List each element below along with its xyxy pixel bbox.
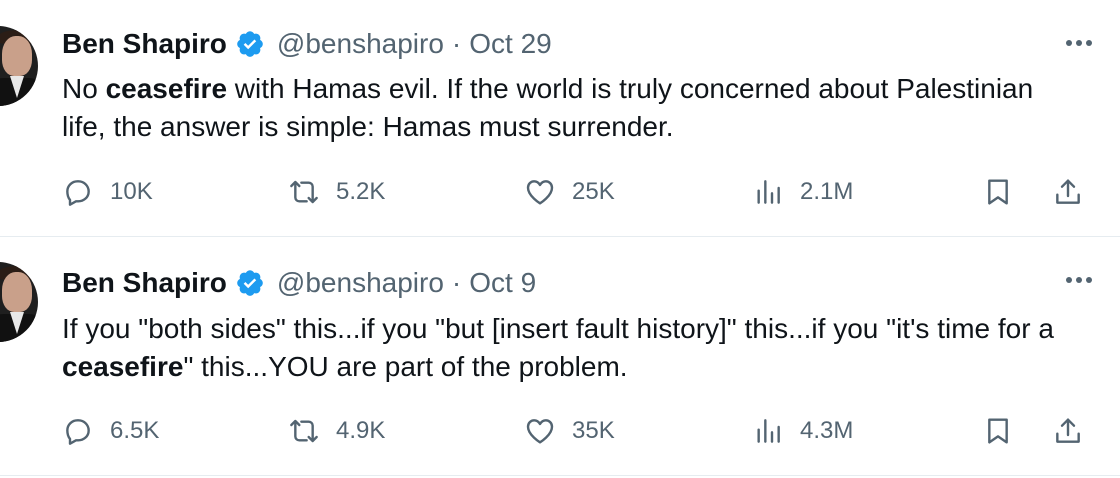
reply-icon xyxy=(66,419,90,445)
tweet-header: Ben Shapiro @benshapiro · Oct 9 xyxy=(62,265,536,301)
more-dots-icon[interactable] xyxy=(1064,38,1094,48)
like-count: 35K xyxy=(572,417,615,444)
author-handle[interactable]: @benshapiro xyxy=(277,28,444,60)
action-bar: 10K 5.2K 25K 2.1M xyxy=(62,172,1102,212)
reply-count: 10K xyxy=(110,178,153,205)
text-segment: " this...YOU are part of the problem. xyxy=(183,351,628,382)
author-handle[interactable]: @benshapiro xyxy=(277,267,444,299)
like-button[interactable]: 25K xyxy=(524,172,615,212)
like-count: 25K xyxy=(572,178,615,205)
avatar[interactable] xyxy=(0,262,38,342)
verified-badge-icon xyxy=(237,270,263,296)
repost-icon xyxy=(290,180,318,204)
tweet-date[interactable]: Oct 9 xyxy=(469,267,536,299)
reply-icon xyxy=(66,180,90,206)
text-segment: If you "both sides" this...if you "but [… xyxy=(62,313,1054,344)
avatar[interactable] xyxy=(0,26,38,106)
text-segment: No xyxy=(62,73,106,104)
author-name[interactable]: Ben Shapiro xyxy=(62,28,227,60)
views-button[interactable]: 4.3M xyxy=(752,411,853,451)
repost-icon xyxy=(290,419,318,443)
verified-badge-icon xyxy=(237,31,263,57)
text-segment-bold[interactable]: ceasefire xyxy=(62,351,183,382)
tweet[interactable]: Ben Shapiro @benshapiro · Oct 29 No ceas… xyxy=(0,0,1120,236)
share-icon xyxy=(1056,418,1080,443)
like-button[interactable]: 35K xyxy=(524,411,615,451)
bookmark-icon xyxy=(988,179,1008,205)
bookmark-button[interactable] xyxy=(982,411,1014,451)
bookmark-icon xyxy=(988,418,1008,444)
repost-button[interactable]: 5.2K xyxy=(288,172,385,212)
reply-button[interactable]: 10K xyxy=(62,172,153,212)
repost-button[interactable]: 4.9K xyxy=(288,411,385,451)
heart-icon xyxy=(526,180,554,205)
separator: · xyxy=(451,267,462,298)
views-count: 2.1M xyxy=(800,178,854,205)
share-button[interactable] xyxy=(1052,411,1084,451)
tweet-text: No ceasefire with Hamas evil. If the wor… xyxy=(62,70,1062,146)
heart-icon xyxy=(526,419,554,444)
author-name[interactable]: Ben Shapiro xyxy=(62,267,227,299)
tweet[interactable]: Ben Shapiro @benshapiro · Oct 9 If you "… xyxy=(0,237,1120,473)
tweet-text: If you "both sides" this...if you "but [… xyxy=(62,310,1062,386)
share-icon xyxy=(1056,179,1080,204)
reply-count: 6.5K xyxy=(110,417,160,444)
analytics-icon xyxy=(757,180,780,204)
more-dots-icon[interactable] xyxy=(1064,275,1094,285)
repost-count: 4.9K xyxy=(336,417,386,444)
action-bar: 6.5K 4.9K 35K 4.3M xyxy=(62,411,1102,451)
share-button[interactable] xyxy=(1052,172,1084,212)
tweet-date[interactable]: Oct 29 xyxy=(469,28,551,60)
separator: · xyxy=(451,28,462,59)
views-count: 4.3M xyxy=(800,417,854,444)
bookmark-button[interactable] xyxy=(982,172,1014,212)
analytics-icon xyxy=(757,419,780,443)
text-segment-bold[interactable]: ceasefire xyxy=(106,73,227,104)
reply-button[interactable]: 6.5K xyxy=(62,411,159,451)
divider xyxy=(0,475,1120,476)
tweet-header: Ben Shapiro @benshapiro · Oct 29 xyxy=(62,26,552,62)
views-button[interactable]: 2.1M xyxy=(752,172,853,212)
repost-count: 5.2K xyxy=(336,178,386,205)
